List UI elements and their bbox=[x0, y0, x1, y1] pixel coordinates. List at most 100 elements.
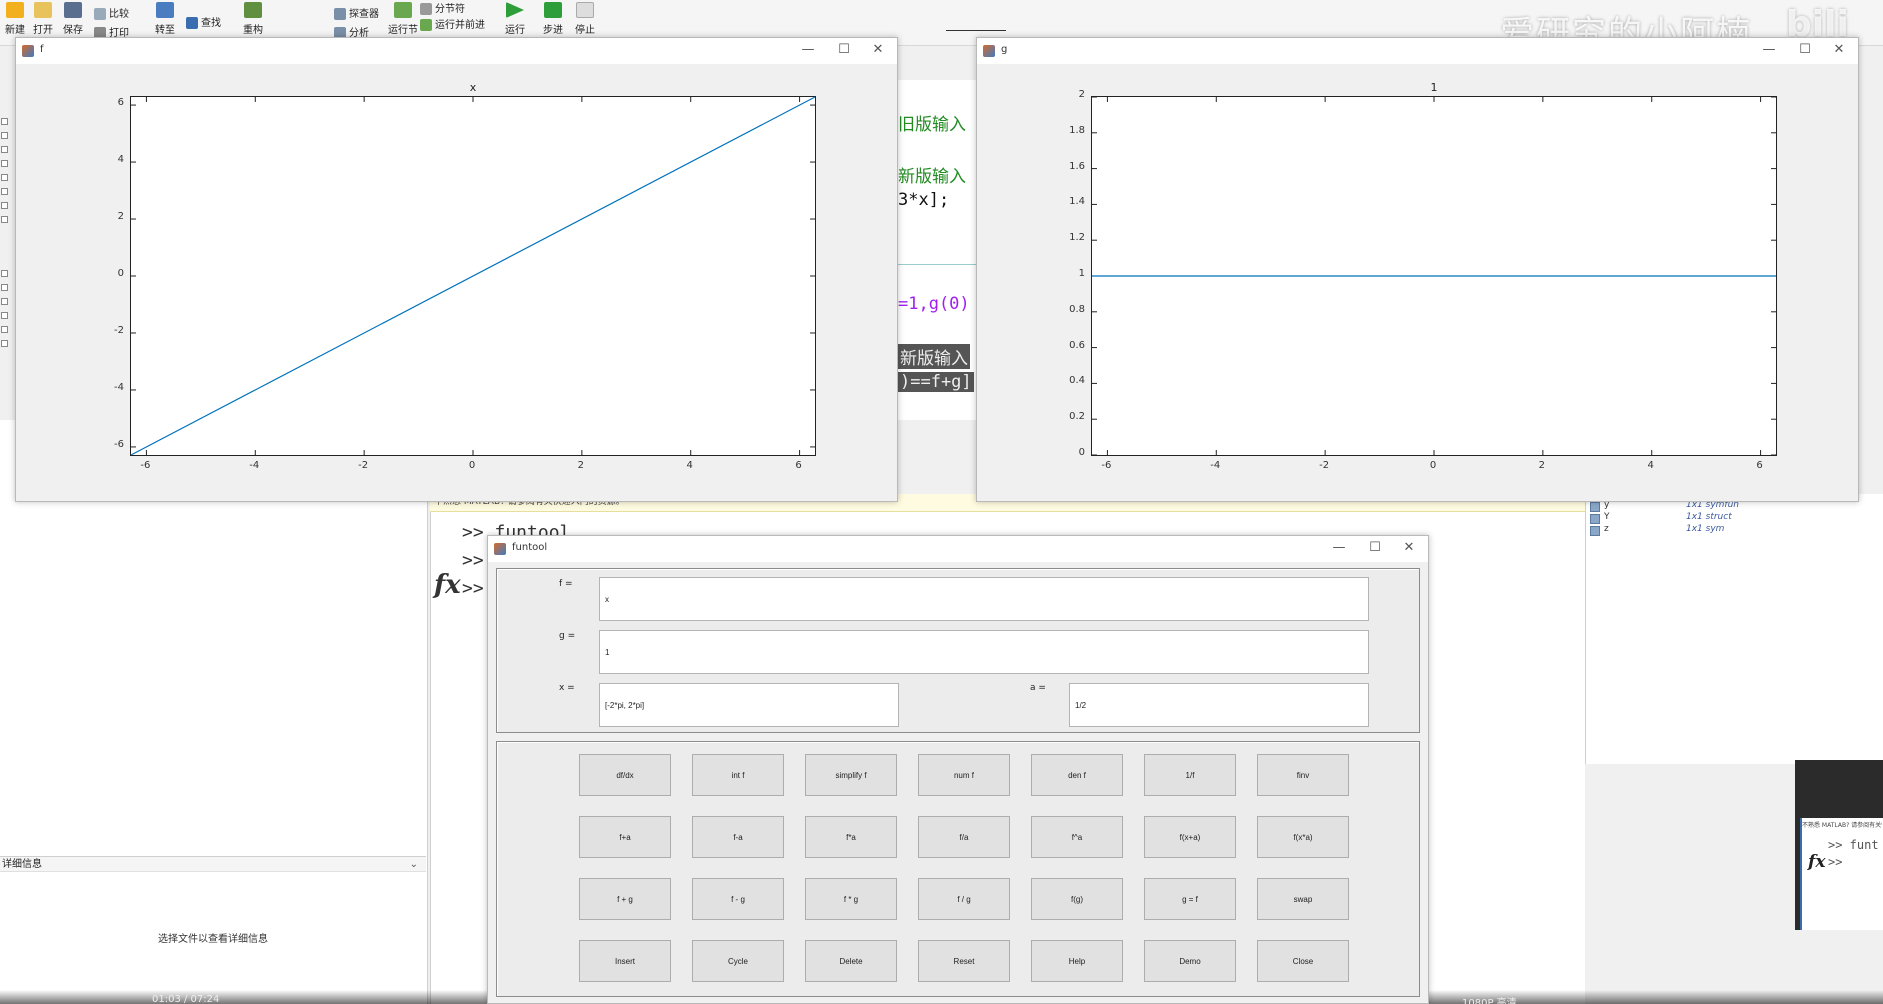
workspace-row[interactable]: z 1x1 sym bbox=[1590, 524, 1724, 536]
a-label: a = bbox=[1030, 683, 1046, 693]
close-icon[interactable]: ✕ bbox=[1394, 540, 1424, 556]
a-input[interactable]: 1/2 bbox=[1069, 683, 1369, 727]
funtool-button-f-x-a[interactable]: f(x+a) bbox=[1144, 816, 1236, 858]
x-tick-label: -6 bbox=[1101, 460, 1112, 471]
funtool-button-f-a[interactable]: f*a bbox=[805, 816, 897, 858]
series-line bbox=[130, 96, 816, 456]
minimize-icon[interactable]: — bbox=[793, 42, 823, 58]
chevron-down-icon[interactable]: ⌄ bbox=[410, 857, 418, 872]
funtool-button-1-f[interactable]: 1/f bbox=[1144, 754, 1236, 796]
tree-expand-icon[interactable] bbox=[1, 312, 8, 319]
workspace-row[interactable]: Y 1x1 struct bbox=[1590, 512, 1732, 524]
tree-expand-icon[interactable] bbox=[1, 216, 8, 223]
funtool-window[interactable]: funtool — ☐ ✕ f = x g = 1 x = [-2*pi, 2*… bbox=[487, 535, 1429, 1004]
figure-window-f[interactable]: f — ☐ ✕ x -6 -4 -2 0 2 4 6 6 4 2 0 -2 -4 -6 bbox=[15, 37, 898, 502]
funtool-button-f-a[interactable]: f+a bbox=[579, 816, 671, 858]
stop-button[interactable]: 停止 bbox=[570, 2, 600, 36]
refactor-button[interactable]: 重构 bbox=[238, 2, 268, 36]
compare-button[interactable]: 比较 bbox=[94, 5, 154, 20]
tree-expand-icon[interactable] bbox=[1, 160, 8, 167]
funtool-button-g-f[interactable]: g = f bbox=[1144, 878, 1236, 920]
f-input[interactable]: x bbox=[599, 577, 1369, 621]
x-tick-label: 6 bbox=[795, 460, 802, 471]
save-button[interactable]: 保存 bbox=[58, 2, 88, 36]
tree-expand-icon[interactable] bbox=[1, 146, 8, 153]
y-tick-label: -6 bbox=[114, 438, 124, 450]
open-button[interactable]: 打开 bbox=[28, 2, 58, 36]
figure-titlebar[interactable]: f — ☐ ✕ bbox=[16, 38, 897, 64]
funtool-button-f-a[interactable]: f-a bbox=[692, 816, 784, 858]
fx-icon[interactable]: fx bbox=[434, 570, 461, 600]
tree-expand-icon[interactable] bbox=[1, 132, 8, 139]
maximize-icon[interactable]: ☐ bbox=[1790, 42, 1820, 58]
tree-expand-icon[interactable] bbox=[1, 298, 8, 305]
close-icon[interactable]: ✕ bbox=[863, 42, 893, 58]
step-button[interactable]: 步进 bbox=[538, 2, 568, 36]
tree-expand-icon[interactable] bbox=[1, 340, 8, 347]
section-break-icon bbox=[420, 3, 432, 15]
y-tick-label: 1.2 bbox=[1069, 232, 1085, 244]
tree-expand-icon[interactable] bbox=[1, 284, 8, 291]
funtool-button-df-dx[interactable]: df/dx bbox=[579, 754, 671, 796]
run-advance-button[interactable]: 运行并前进 bbox=[420, 16, 510, 31]
details-header[interactable]: 详细信息 ⌄ bbox=[0, 856, 426, 872]
funtool-button-f-g[interactable]: f * g bbox=[805, 878, 897, 920]
funtool-button-int-f[interactable]: int f bbox=[692, 754, 784, 796]
y-tick-label: 0.2 bbox=[1069, 411, 1085, 423]
funtool-button-num-f[interactable]: num f bbox=[918, 754, 1010, 796]
funtool-button-finv[interactable]: finv bbox=[1257, 754, 1349, 796]
funtool-button-cycle[interactable]: Cycle bbox=[692, 940, 784, 982]
pip-banner: 不熟悉 MATLAB? 请参阅有关快速入门 bbox=[1802, 822, 1882, 829]
tree-expand-icon[interactable] bbox=[1, 188, 8, 195]
maximize-icon[interactable]: ☐ bbox=[829, 42, 859, 58]
run-section-button[interactable]: 运行节 bbox=[388, 2, 418, 36]
tree-expand-icon[interactable] bbox=[1, 174, 8, 181]
funtool-button-insert[interactable]: Insert bbox=[579, 940, 671, 982]
plot-axes[interactable] bbox=[130, 96, 816, 456]
close-icon[interactable]: ✕ bbox=[1824, 42, 1854, 58]
tree-expand-icon[interactable] bbox=[1, 118, 8, 125]
funtool-button-close[interactable]: Close bbox=[1257, 940, 1349, 982]
new-button[interactable]: 新建 bbox=[0, 2, 30, 36]
funtool-button-f-x-a[interactable]: f(x*a) bbox=[1257, 816, 1349, 858]
funtool-button-f-g[interactable]: f + g bbox=[579, 878, 671, 920]
funtool-button-delete[interactable]: Delete bbox=[805, 940, 897, 982]
funtool-button-help[interactable]: Help bbox=[1031, 940, 1123, 982]
funtool-button-f-a[interactable]: f^a bbox=[1031, 816, 1123, 858]
section-break-button[interactable]: 分节符 bbox=[420, 0, 510, 15]
run-button[interactable]: 运行 bbox=[500, 2, 530, 36]
explorer-button[interactable]: 探查器 bbox=[334, 5, 394, 20]
command-prompt[interactable]: >> bbox=[462, 578, 484, 599]
explorer-icon bbox=[334, 8, 346, 20]
funtool-button-f-g[interactable]: f(g) bbox=[1031, 878, 1123, 920]
figure-titlebar[interactable]: g — ☐ ✕ bbox=[977, 38, 1858, 64]
goto-button[interactable]: 转至 bbox=[150, 2, 180, 36]
tree-expand-icon[interactable] bbox=[1, 270, 8, 277]
figure-window-g[interactable]: g — ☐ ✕ 1 -6 -4 -2 0 2 4 6 2 1.8 1.6 1.4 1.2 1 0.8 0.… bbox=[976, 37, 1859, 502]
funtool-button-f-a[interactable]: f/a bbox=[918, 816, 1010, 858]
tree-expand-icon[interactable] bbox=[1, 202, 8, 209]
funtool-button-demo[interactable]: Demo bbox=[1144, 940, 1236, 982]
tree-expand-icon[interactable] bbox=[1, 326, 8, 333]
minimize-icon[interactable]: — bbox=[1754, 42, 1784, 58]
funtool-button-reset[interactable]: Reset bbox=[918, 940, 1010, 982]
run-advance-icon bbox=[420, 19, 432, 31]
funtool-button-f-g[interactable]: f - g bbox=[692, 878, 784, 920]
window-title: g bbox=[1001, 44, 1008, 55]
find-button[interactable]: 查找 bbox=[186, 14, 246, 29]
funtool-button-den-f[interactable]: den f bbox=[1031, 754, 1123, 796]
x-range-input[interactable]: [-2*pi, 2*pi] bbox=[599, 683, 899, 727]
g-input[interactable]: 1 bbox=[599, 630, 1369, 674]
plot-axes[interactable] bbox=[1091, 96, 1777, 456]
funtool-titlebar[interactable]: funtool — ☐ ✕ bbox=[488, 536, 1428, 562]
player-quality[interactable]: 1080P 高清 bbox=[1462, 994, 1517, 1004]
funtool-button-f-g[interactable]: f / g bbox=[918, 878, 1010, 920]
run-section-icon bbox=[394, 2, 412, 18]
funtool-button-swap[interactable]: swap bbox=[1257, 878, 1349, 920]
x-tick-label: -4 bbox=[249, 460, 260, 471]
editor-comment-line: 新版输入 bbox=[898, 167, 966, 187]
maximize-icon[interactable]: ☐ bbox=[1360, 540, 1390, 556]
funtool-button-simplify-f[interactable]: simplify f bbox=[805, 754, 897, 796]
minimize-icon[interactable]: — bbox=[1324, 540, 1354, 556]
save-icon bbox=[64, 2, 82, 18]
